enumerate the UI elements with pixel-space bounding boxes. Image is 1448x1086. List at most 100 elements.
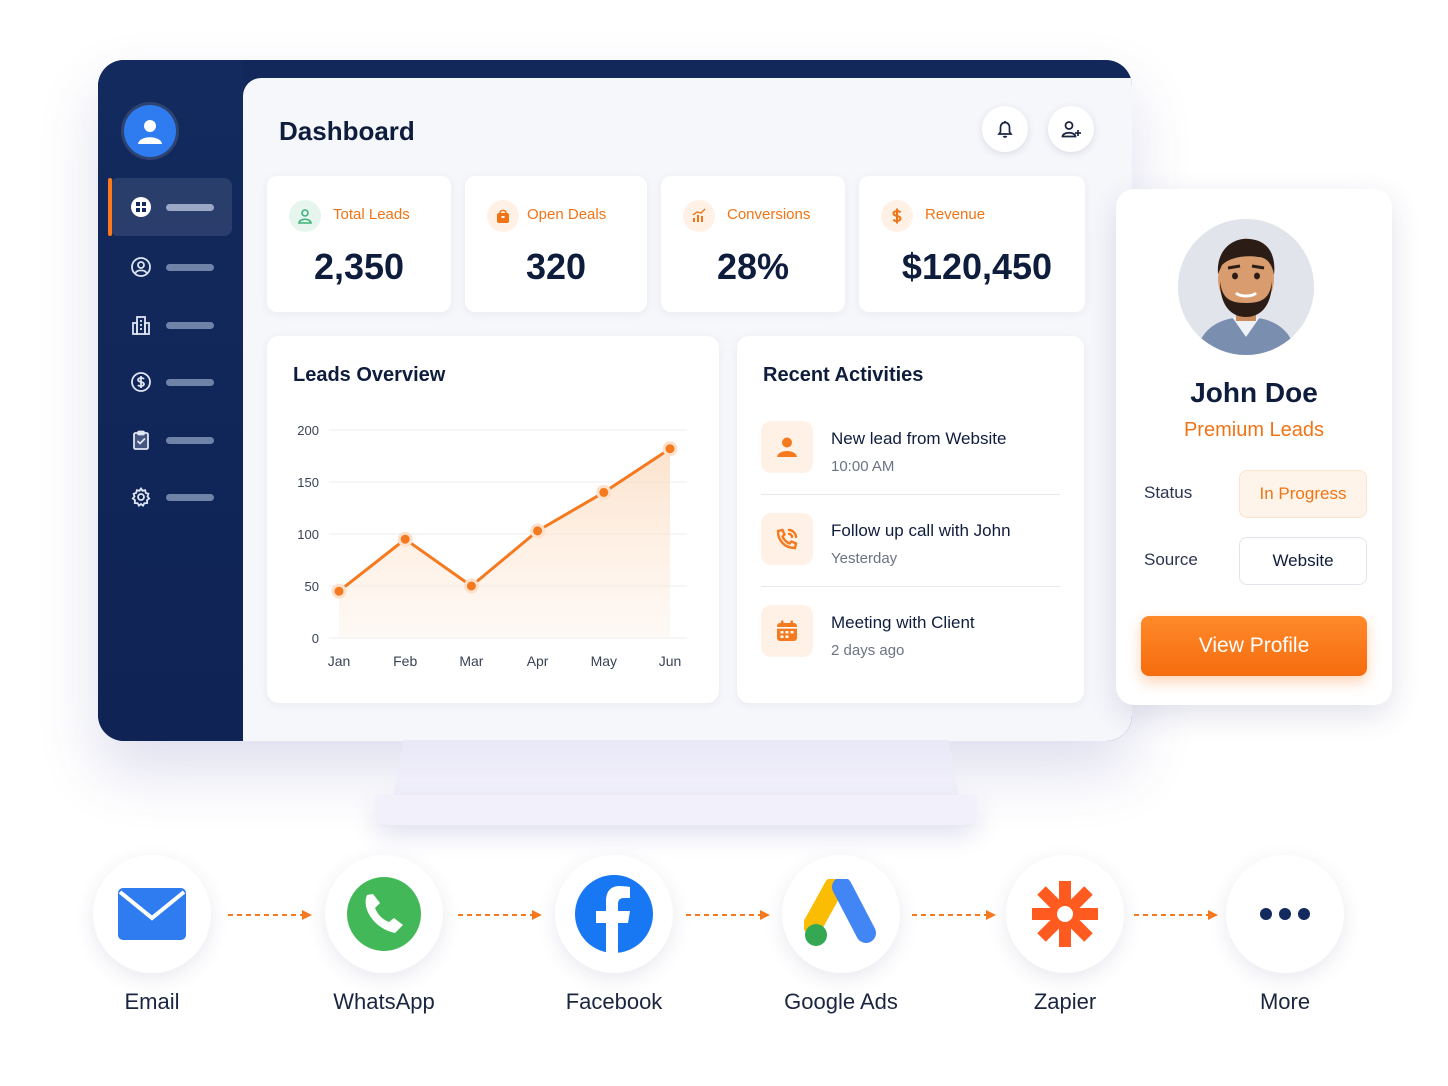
add-user-button[interactable] [1048, 106, 1094, 152]
activity-item[interactable]: Follow up call with John Yesterday [761, 513, 1060, 593]
x-tick-label: Mar [459, 653, 483, 669]
google-ads-icon [804, 879, 876, 946]
data-point [463, 578, 479, 594]
flow-arrow-icon [458, 910, 542, 920]
calendar-icon [761, 605, 813, 657]
activity-item[interactable]: New lead from Website 10:00 AM [761, 421, 1060, 501]
sidebar-item-placeholder-bar [166, 203, 214, 211]
y-tick-label: 100 [297, 527, 319, 542]
dollar-circle-icon [131, 372, 151, 392]
app-stage: Dashboard Total Leads 2,350 Open Deals 3… [0, 0, 1448, 1086]
monitor: Dashboard Total Leads 2,350 Open Deals 3… [98, 60, 1132, 741]
activity-item[interactable]: Meeting with Client 2 days ago [761, 605, 1060, 685]
user-avatar[interactable] [124, 105, 176, 157]
y-tick-label: 200 [297, 423, 319, 438]
y-tick-label: 0 [312, 631, 319, 646]
activity-time: 10:00 AM [831, 458, 895, 475]
sidebar-item-placeholder-bar [166, 263, 214, 271]
monitor-stand-base [375, 795, 977, 825]
user-icon [761, 421, 813, 473]
stat-label: Conversions [727, 206, 811, 223]
integration-facebook[interactable]: Facebook [555, 855, 673, 1014]
sidebar-item-placeholder-bar [166, 321, 214, 329]
y-tick-label: 50 [305, 579, 319, 594]
integration-zapier[interactable]: Zapier [1006, 855, 1124, 1014]
stat-value: 28% [716, 246, 790, 287]
bar-chart-icon [683, 200, 715, 232]
activity-time: 2 days ago [831, 642, 905, 659]
stat-value: $120,450 [901, 246, 1053, 287]
status-badge: In Progress [1239, 470, 1367, 518]
status-label: Status [1144, 483, 1193, 502]
page-title: Dashboard [279, 116, 415, 146]
x-tick-label: Feb [393, 653, 417, 669]
sidebar-item-companies[interactable] [110, 296, 232, 354]
flow-arrow-icon [912, 910, 996, 920]
sidebar-item-placeholder-bar [166, 493, 214, 501]
y-tick-label: 150 [297, 475, 319, 490]
profile-role: Premium Leads [1183, 419, 1325, 441]
integration-more[interactable]: More [1226, 855, 1344, 1014]
gear-icon [131, 486, 151, 507]
x-tick-label: May [591, 653, 617, 669]
stat-card-open-deals[interactable]: Open Deals 320 [465, 176, 647, 312]
activity-title: Follow up call with John [831, 521, 1011, 540]
integration-label: Facebook [565, 989, 663, 1014]
notifications-button[interactable] [982, 106, 1028, 152]
building-icon [132, 316, 150, 335]
stat-card-revenue[interactable]: Revenue $120,450 [859, 176, 1085, 312]
data-point [596, 484, 612, 500]
leads-chart: 200 150 100 50 0 Jan Feb Mar Apr May Jun [297, 423, 687, 669]
grid-icon [131, 197, 151, 217]
data-point [331, 583, 347, 599]
profile-card: John Doe Premium Leads Status In Progres… [1116, 189, 1392, 705]
integration-google-ads[interactable]: Google Ads [782, 855, 900, 1014]
email-icon [118, 888, 186, 940]
stat-label: Open Deals [527, 206, 607, 223]
view-profile-button[interactable]: View Profile [1141, 616, 1367, 676]
phone-icon [761, 513, 813, 565]
integration-label: Zapier [1033, 989, 1097, 1014]
chart-area [339, 448, 670, 638]
leads-overview-panel: Leads Overview 200 150 100 50 0 Jan Feb Mar Apr M… [267, 336, 719, 703]
x-tick-label: Jun [659, 653, 682, 669]
integration-label: WhatsApp [333, 989, 435, 1014]
sidebar-item-contacts[interactable] [110, 238, 232, 296]
stat-value: 320 [525, 246, 587, 287]
integration-email[interactable]: Email [93, 855, 211, 1014]
sidebar-item-tasks[interactable] [110, 411, 232, 469]
sidebar-item-dashboard[interactable] [108, 178, 232, 236]
stat-value: 2,350 [313, 246, 405, 287]
flow-arrow-icon [228, 910, 312, 920]
profile-name: John Doe [1190, 377, 1318, 408]
flow-arrow-icon [1134, 910, 1218, 920]
sidebar-item-placeholder-bar [166, 378, 214, 386]
divider [761, 586, 1060, 587]
stat-label: Revenue [925, 206, 986, 223]
clipboard-check-icon [133, 430, 149, 450]
x-tick-label: Apr [527, 653, 549, 669]
data-point [662, 441, 678, 457]
user-circle-icon [131, 257, 151, 277]
bell-icon [997, 121, 1013, 138]
dashboard-screen: Dashboard Total Leads 2,350 Open Deals 3… [243, 78, 1132, 741]
source-value: Website [1239, 537, 1367, 585]
stat-card-conversions[interactable]: Conversions 28% [661, 176, 845, 312]
more-icon [1260, 908, 1310, 920]
person-avatar-icon [1178, 219, 1314, 355]
integration-label: Google Ads [784, 989, 898, 1014]
sidebar [98, 60, 243, 741]
sidebar-item-deals[interactable] [110, 353, 232, 411]
facebook-icon [575, 875, 653, 954]
flow-arrow-icon [686, 910, 770, 920]
sidebar-item-settings[interactable] [110, 468, 232, 526]
integration-whatsapp[interactable]: WhatsApp [325, 855, 443, 1014]
bag-icon [487, 200, 519, 232]
data-point [397, 531, 413, 547]
divider [761, 494, 1060, 495]
user-icon [289, 200, 321, 232]
profile-avatar [1178, 219, 1314, 355]
stat-card-total-leads[interactable]: Total Leads 2,350 [267, 176, 451, 312]
data-point [530, 523, 546, 539]
integration-label: More [1259, 989, 1311, 1014]
